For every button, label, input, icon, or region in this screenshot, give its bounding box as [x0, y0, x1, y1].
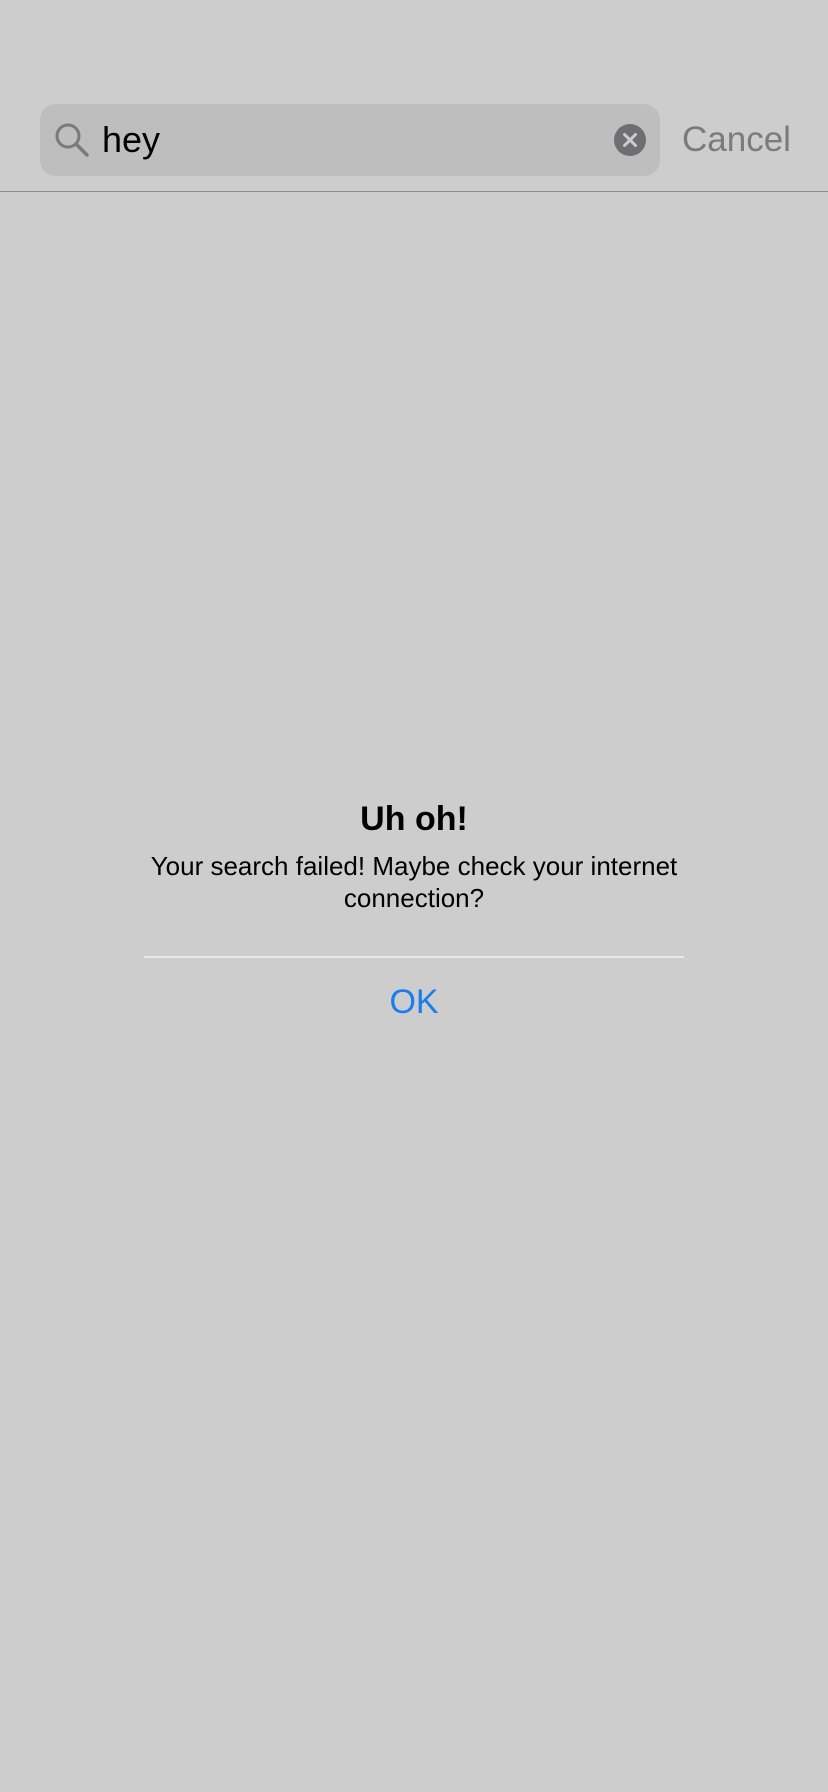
clear-icon	[623, 133, 637, 147]
ok-button[interactable]: OK	[144, 978, 684, 1026]
header-divider	[0, 191, 828, 192]
search-icon	[54, 122, 90, 158]
alert-divider	[144, 956, 684, 958]
clear-search-button[interactable]	[614, 124, 646, 156]
alert-title: Uh oh!	[360, 800, 468, 838]
cancel-button[interactable]: Cancel	[682, 104, 791, 176]
search-input[interactable]	[102, 104, 602, 176]
search-bar[interactable]	[40, 104, 660, 176]
alert-message: Your search failed! Maybe check your int…	[150, 851, 678, 913]
